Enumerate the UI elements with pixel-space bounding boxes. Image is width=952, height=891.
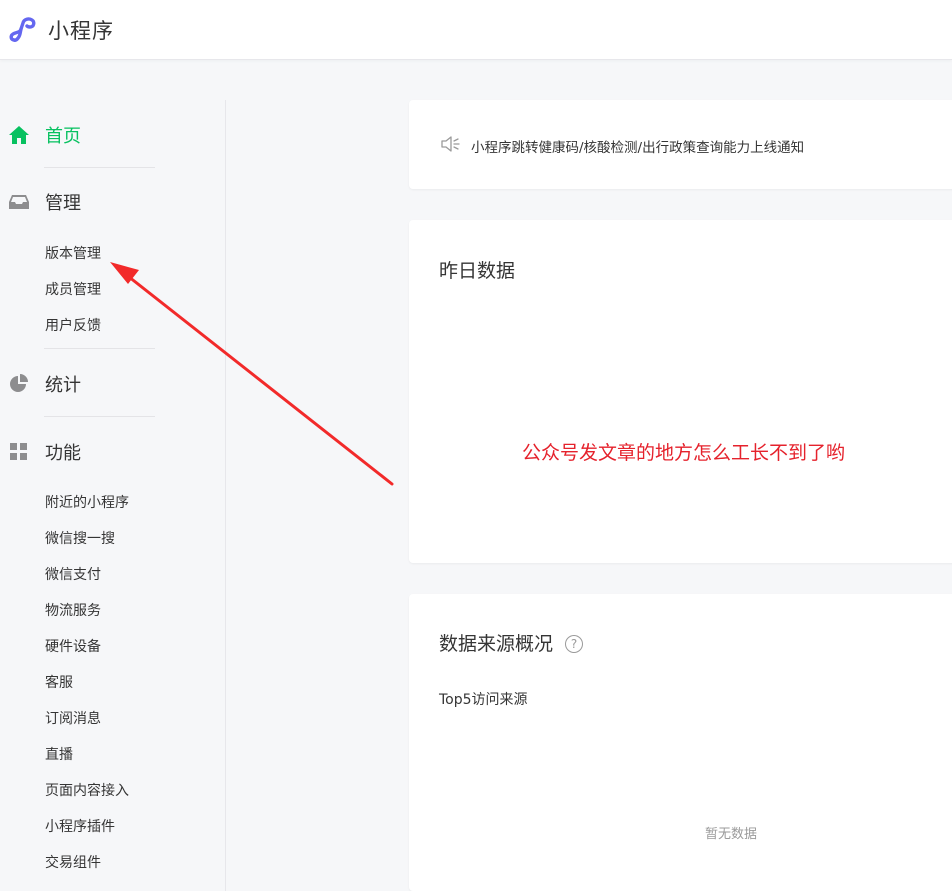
empty-state-text: 暂无数据 xyxy=(705,827,758,842)
sidebar-item-label: 功能 xyxy=(45,443,81,464)
annotation-note: 公众号发文章的地方怎么工长不到了哟 xyxy=(522,442,846,464)
sidebar-item-home[interactable]: 首页 xyxy=(8,120,81,150)
home-icon xyxy=(9,126,29,144)
data-source-title: 数据来源概况 xyxy=(439,633,554,655)
inbox-icon xyxy=(9,195,29,209)
speaker-icon xyxy=(441,136,460,152)
sidebar-item-label: 统计 xyxy=(45,375,81,396)
sidebar-divider xyxy=(44,416,155,417)
sidebar-item-member-management[interactable]: 成员管理 xyxy=(45,279,101,299)
yesterday-data-card: 昨日数据 公众号发文章的地方怎么工长不到了哟 xyxy=(409,220,952,563)
sidebar-item-label: 首页 xyxy=(45,126,81,147)
sidebar-item-hardware[interactable]: 硬件设备 xyxy=(45,636,101,656)
app-title: 小程序 xyxy=(48,19,114,43)
sidebar-item-logistics[interactable]: 物流服务 xyxy=(45,600,101,620)
sidebar: 首页 管理 版本管理 成员管理 用户反馈 统计 功能 附近的小程序 微信搜一搜 … xyxy=(0,100,226,891)
pie-chart-icon xyxy=(10,374,28,392)
sidebar-item-label: 管理 xyxy=(45,193,81,214)
sidebar-item-wechat-search[interactable]: 微信搜一搜 xyxy=(45,528,115,548)
grid-icon xyxy=(10,443,27,460)
top-bar: 小程序 xyxy=(0,0,952,60)
top5-sources-label: Top5访问来源 xyxy=(439,692,528,708)
help-icon[interactable]: ? xyxy=(565,635,583,653)
sidebar-item-trade-component[interactable]: 交易组件 xyxy=(45,852,101,872)
sidebar-item-features[interactable]: 功能 xyxy=(8,437,81,467)
sidebar-item-page-content[interactable]: 页面内容接入 xyxy=(45,780,129,800)
notice-card: 小程序跳转健康码/核酸检测/出行政策查询能力上线通知 xyxy=(409,100,952,189)
sidebar-item-stats[interactable]: 统计 xyxy=(8,369,81,399)
sidebar-item-customer-service[interactable]: 客服 xyxy=(45,672,73,692)
sidebar-divider xyxy=(44,167,155,168)
yesterday-data-title: 昨日数据 xyxy=(439,260,516,282)
sidebar-item-plugins[interactable]: 小程序插件 xyxy=(45,816,115,836)
miniprogram-logo-icon[interactable] xyxy=(8,14,40,46)
sidebar-item-wechat-pay[interactable]: 微信支付 xyxy=(45,564,101,584)
data-source-card: 数据来源概况 ? Top5访问来源 暂无数据 xyxy=(409,594,952,891)
sidebar-item-version-management[interactable]: 版本管理 xyxy=(45,243,101,263)
sidebar-divider xyxy=(44,348,155,349)
sidebar-item-live[interactable]: 直播 xyxy=(45,744,73,764)
sidebar-item-user-feedback[interactable]: 用户反馈 xyxy=(45,315,101,335)
sidebar-item-subscription-messages[interactable]: 订阅消息 xyxy=(45,708,101,728)
notice-link[interactable]: 小程序跳转健康码/核酸检测/出行政策查询能力上线通知 xyxy=(471,136,804,156)
sidebar-item-nearby-miniprogram[interactable]: 附近的小程序 xyxy=(45,492,129,512)
sidebar-item-manage[interactable]: 管理 xyxy=(8,187,81,217)
